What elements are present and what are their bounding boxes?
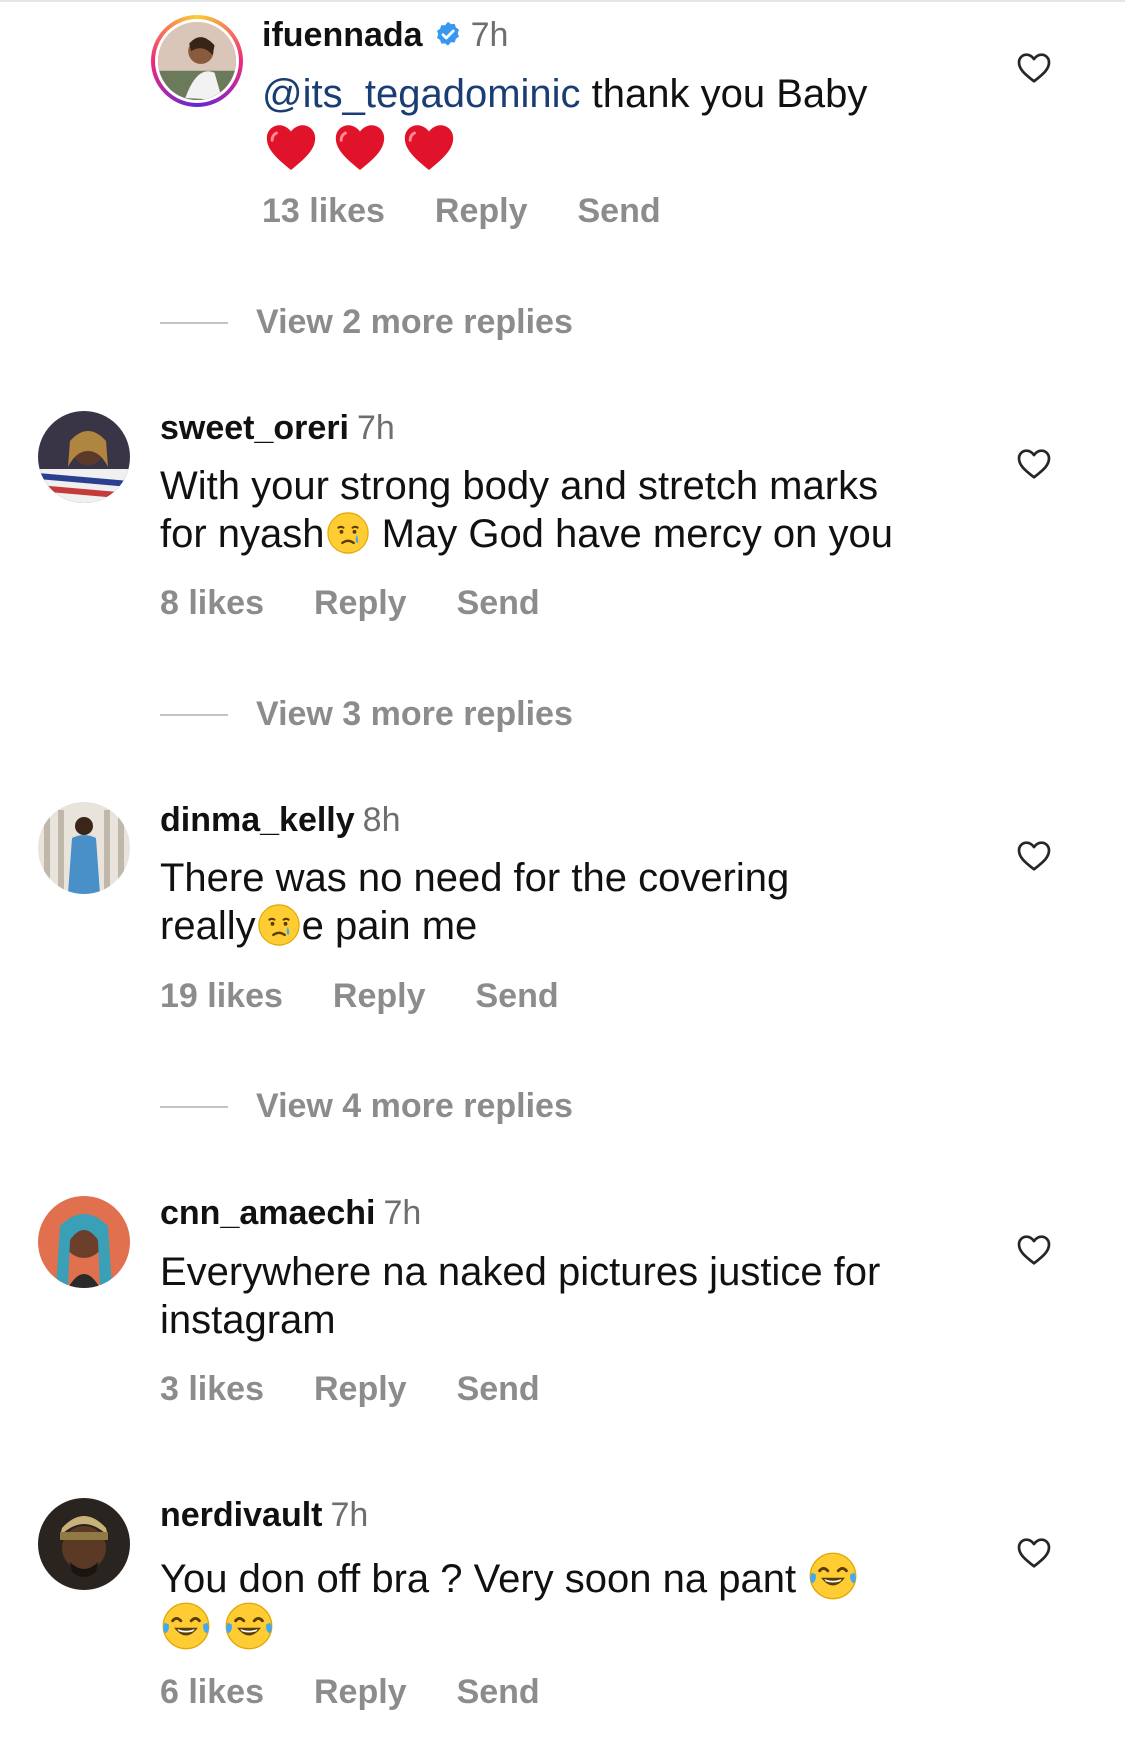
verified-badge-icon xyxy=(436,21,459,46)
view-more-replies-label[interactable]: View 2 more replies xyxy=(256,302,573,342)
avatar[interactable] xyxy=(38,1498,130,1590)
red-heart-emoji-icon xyxy=(262,118,320,176)
comment-text-line-2: for nyash May God have mercy on you xyxy=(160,510,893,558)
comment-text-line-1: There was no need for the covering xyxy=(160,856,790,900)
comment-body: thank you Baby xyxy=(591,72,868,116)
like-heart-icon[interactable] xyxy=(1016,1535,1052,1569)
comment-text: @its_tegadominic thank you Baby xyxy=(262,70,867,118)
comment-body: e pain me xyxy=(301,904,478,948)
comment-text-line-2: really e pain me xyxy=(160,902,477,950)
comment-body: really xyxy=(160,904,256,948)
timestamp: 8h xyxy=(362,801,401,839)
avatar-image xyxy=(38,1498,130,1590)
username[interactable]: dinma_kelly xyxy=(160,801,355,839)
comment-text-line-1: You don off bra ? Very soon na pant xyxy=(160,1550,859,1603)
avatar-image xyxy=(38,1196,130,1288)
timestamp: 7h xyxy=(383,1194,422,1232)
send-button[interactable]: Send xyxy=(457,1370,540,1408)
thread-line xyxy=(160,714,228,716)
comment-body: for nyash xyxy=(160,512,325,556)
avatar-image xyxy=(38,411,130,503)
likes-count[interactable]: 6 likes xyxy=(160,1673,264,1711)
emoji-line xyxy=(160,1600,275,1653)
likes-count[interactable]: 8 likes xyxy=(160,584,264,622)
likes-count[interactable]: 3 likes xyxy=(160,1370,264,1408)
comment-text-line-2: instagram xyxy=(160,1298,336,1342)
username[interactable]: sweet_oreri xyxy=(160,409,349,447)
send-button[interactable]: Send xyxy=(577,192,660,230)
reply-button[interactable]: Reply xyxy=(333,977,426,1015)
view-more-replies-label[interactable]: View 3 more replies xyxy=(256,694,573,734)
emoji-line xyxy=(262,118,458,176)
send-button[interactable]: Send xyxy=(457,584,540,622)
comment-header: ifuennada 7h xyxy=(262,15,508,55)
reply-button[interactable]: Reply xyxy=(435,192,528,230)
send-button[interactable]: Send xyxy=(475,977,558,1015)
comment-actions: 3 likes Reply Send xyxy=(160,1369,590,1409)
likes-count[interactable]: 19 likes xyxy=(160,977,283,1015)
like-heart-icon[interactable] xyxy=(1016,838,1052,872)
red-heart-emoji-icon xyxy=(400,118,458,176)
reply-button[interactable]: Reply xyxy=(314,584,407,622)
view-more-replies-label[interactable]: View 4 more replies xyxy=(256,1086,573,1126)
avatar[interactable] xyxy=(38,411,130,503)
comment-body: You don off bra ? Very soon na pant xyxy=(160,1557,808,1601)
comment-actions: 13 likes Reply Send xyxy=(262,191,711,231)
comment-header: sweet_oreri 7h xyxy=(160,408,395,448)
comment-body: May God have mercy on you xyxy=(370,512,893,556)
comment-actions: 8 likes Reply Send xyxy=(160,583,590,623)
comment-actions: 6 likes Reply Send xyxy=(160,1672,590,1712)
comment-text-line-1: Everywhere na naked pictures justice for xyxy=(160,1250,881,1294)
mention-link[interactable]: @its_tegadominic xyxy=(262,72,581,116)
like-heart-icon[interactable] xyxy=(1016,446,1052,480)
tears-of-joy-emoji-icon xyxy=(160,1600,212,1652)
likes-count[interactable]: 13 likes xyxy=(262,192,385,230)
avatar xyxy=(155,19,239,103)
tears-of-joy-emoji-icon xyxy=(807,1550,859,1602)
username[interactable]: nerdivault xyxy=(160,1496,322,1534)
timestamp: 7h xyxy=(357,409,395,447)
comment-header: nerdivault 7h xyxy=(160,1495,368,1535)
timestamp: 7h xyxy=(470,16,509,54)
thread-line xyxy=(160,322,228,324)
avatar-image xyxy=(38,802,130,894)
username[interactable]: cnn_amaechi xyxy=(160,1194,375,1232)
like-heart-icon[interactable] xyxy=(1016,50,1052,84)
comment-header: dinma_kelly 8h xyxy=(160,800,400,840)
avatar[interactable] xyxy=(38,802,130,894)
avatar-image xyxy=(158,22,236,100)
crying-face-emoji-icon xyxy=(325,510,371,556)
crying-face-emoji-icon xyxy=(256,902,302,948)
comment-actions: 19 likes Reply Send xyxy=(160,976,609,1016)
reply-button[interactable]: Reply xyxy=(314,1673,407,1711)
reply-button[interactable]: Reply xyxy=(314,1370,407,1408)
timestamp: 7h xyxy=(330,1496,369,1534)
send-button[interactable]: Send xyxy=(457,1673,540,1711)
comment-text-line-1: With your strong body and stretch marks xyxy=(160,464,879,508)
red-heart-emoji-icon xyxy=(331,118,389,176)
thread-line xyxy=(160,1106,228,1108)
avatar-story-ring[interactable] xyxy=(151,15,243,107)
username[interactable]: ifuennada xyxy=(262,16,423,54)
tears-of-joy-emoji-icon xyxy=(223,1600,275,1652)
comment-header: cnn_amaechi 7h xyxy=(160,1193,421,1233)
like-heart-icon[interactable] xyxy=(1016,1232,1052,1266)
avatar[interactable] xyxy=(38,1196,130,1288)
top-divider xyxy=(0,0,1125,2)
